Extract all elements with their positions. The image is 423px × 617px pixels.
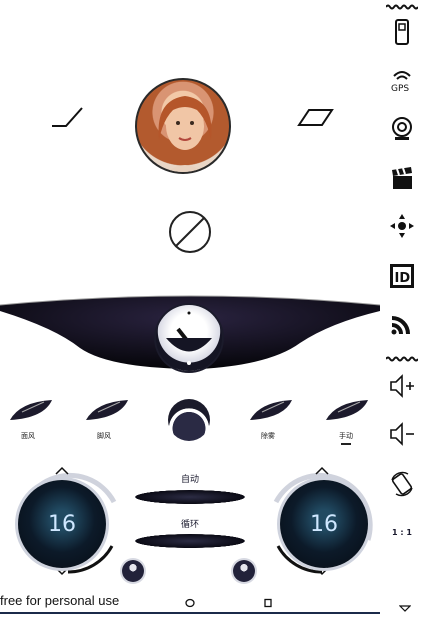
vent-manual-label: 手动	[339, 432, 353, 440]
clapper-icon[interactable]	[386, 162, 418, 194]
ban-icon[interactable]	[168, 210, 212, 254]
aspect-ratio-icon[interactable]: 1 : 1	[386, 516, 418, 548]
portrait-image	[158, 96, 212, 172]
signal-icon[interactable]	[386, 308, 418, 340]
chevron-down-icon[interactable]	[399, 605, 411, 613]
recirc-label: 循环	[180, 520, 199, 530]
home-icon[interactable]	[184, 598, 196, 608]
vent-foot-label: 脚风	[97, 432, 111, 440]
volume-up-icon[interactable]	[386, 370, 418, 402]
bottom-rule	[0, 612, 380, 614]
right-toolbar: GPS ID 1 : 1	[380, 0, 423, 617]
vent-foot-icon[interactable]	[84, 398, 130, 424]
id-icon[interactable]: ID	[386, 260, 418, 292]
fan-speed-knob[interactable]	[156, 305, 222, 371]
seat-right-icon[interactable]	[296, 105, 336, 129]
vent-defrost-icon[interactable]	[248, 398, 294, 424]
phone-icon[interactable]	[386, 16, 418, 48]
left-seat-heat-knob[interactable]	[122, 560, 144, 582]
vent-manual-icon[interactable]	[324, 398, 370, 424]
auto-button[interactable]	[135, 490, 245, 504]
recent-apps-icon[interactable]	[263, 598, 273, 608]
vent-defrost-label: 除雾	[261, 432, 275, 440]
user-avatar[interactable]	[135, 78, 231, 174]
right-seat-heat-knob[interactable]	[233, 560, 255, 582]
gps-icon[interactable]: GPS	[386, 64, 418, 96]
seat-left-icon[interactable]	[48, 100, 88, 130]
recirc-button[interactable]	[135, 534, 245, 548]
grip-icon	[386, 356, 418, 362]
right-temp-dial[interactable]: 16	[280, 480, 368, 568]
auto-label: 自动	[180, 475, 199, 485]
grip-icon	[386, 4, 418, 10]
svg-text:ID: ID	[395, 271, 411, 286]
right-temp-value: 16	[310, 511, 338, 537]
svg-text:GPS: GPS	[391, 84, 409, 94]
camera-icon[interactable]	[386, 113, 418, 145]
vent-face-label: 面风	[21, 432, 35, 440]
manual-active-indicator	[341, 443, 351, 445]
vent-toggle-knob[interactable]	[168, 399, 210, 441]
vent-face-icon[interactable]	[8, 398, 54, 424]
left-temp-dial[interactable]: 16	[18, 480, 106, 568]
direction-pad-icon[interactable]	[386, 210, 418, 242]
watermark-text: free for personal use	[0, 593, 120, 608]
rotate-icon[interactable]	[386, 468, 418, 500]
fan-needle-icon	[166, 311, 212, 365]
left-temp-value: 16	[48, 511, 76, 537]
aspect-ratio-text: 1 : 1	[392, 527, 412, 537]
volume-down-icon[interactable]	[386, 418, 418, 450]
